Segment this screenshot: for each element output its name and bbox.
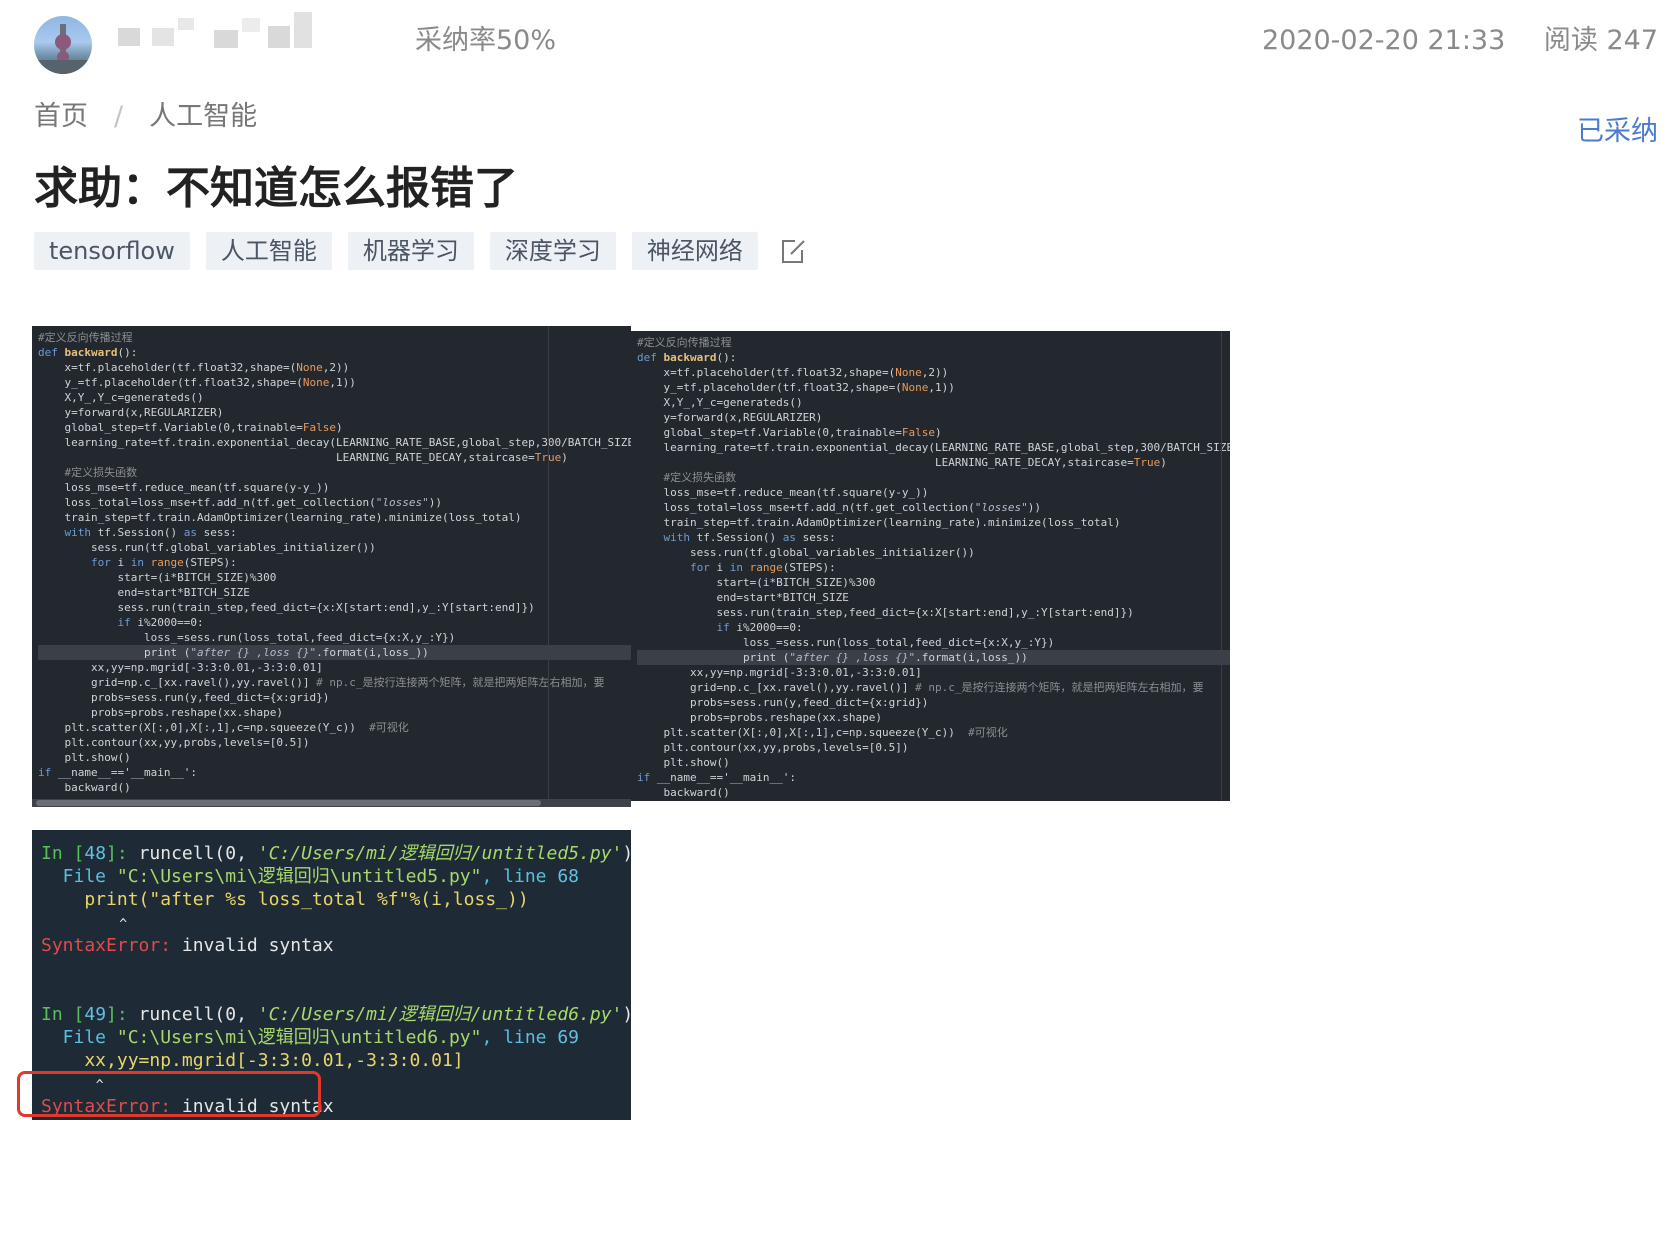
error-highlight-box (17, 1071, 321, 1117)
accept-rate: 采纳率50% (415, 25, 557, 56)
post-datetime: 2020-02-20 21:33 (1261, 25, 1506, 56)
tag-tensorflow[interactable]: tensorflow (34, 232, 190, 270)
blurred-username[interactable] (118, 12, 328, 50)
tag-deep-learning[interactable]: 深度学习 (489, 232, 616, 270)
tag-ai[interactable]: 人工智能 (205, 232, 332, 270)
tag-neural-network[interactable]: 神经网络 (631, 232, 758, 270)
code-block: #定义反向传播过程 def backward(): x=tf.placehold… (38, 331, 631, 794)
avatar[interactable] (34, 16, 92, 74)
read-count: 阅读 247 (1543, 25, 1658, 56)
breadcrumb-separator: / (114, 101, 124, 132)
page-title: 求助：不知道怎么报错了 (34, 163, 518, 214)
edit-tags-icon[interactable] (778, 236, 808, 266)
breadcrumb: 首页 / 人工智能 (34, 94, 257, 133)
code-screenshot-1: #定义反向传播过程 def backward(): x=tf.placehold… (32, 326, 631, 807)
tag-list: tensorflow 人工智能 机器学习 深度学习 神经网络 (34, 232, 808, 270)
adopted-status: 已采纳 (1577, 116, 1658, 147)
code-block: #定义反向传播过程 def backward(): x=tf.placehold… (637, 336, 1230, 799)
tag-machine-learning[interactable]: 机器学习 (347, 232, 474, 270)
post-meta: 2020-02-20 21:33 阅读 247 (1262, 18, 1658, 57)
breadcrumb-category[interactable]: 人工智能 (149, 101, 257, 132)
code-screenshot-2: #定义反向传播过程 def backward(): x=tf.placehold… (631, 331, 1230, 801)
breadcrumb-home[interactable]: 首页 (34, 101, 88, 132)
horizontal-scrollbar[interactable] (32, 799, 631, 807)
